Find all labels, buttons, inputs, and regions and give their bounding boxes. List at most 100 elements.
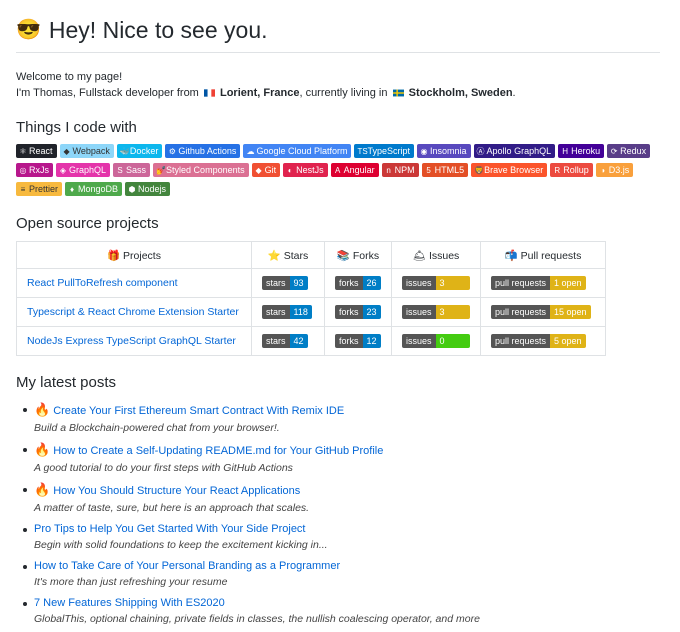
post-description: A good tutorial to do your first steps w…	[34, 462, 293, 474]
stars-badge-value: 118	[289, 305, 312, 319]
projects-table: 🎁 Projects ⭐ Stars 📚 Forks 🛎 Issues 📬 Pu…	[16, 241, 606, 356]
title-divider	[16, 52, 660, 53]
fire-icon: 🔥	[34, 442, 51, 457]
col-forks: 📚 Forks	[324, 241, 392, 269]
stars-badge-label: stars	[262, 305, 290, 319]
forks-badge-value: 23	[362, 305, 381, 319]
html5-icon: 5	[426, 166, 431, 175]
post-description: Build a Blockchain-powered chat from you…	[34, 422, 280, 434]
project-name-cell: NodeJs Express TypeScript GraphQL Starte…	[16, 326, 252, 356]
prs-badge-value: 1 open	[550, 276, 586, 290]
gift-icon: 🎁	[107, 249, 121, 262]
project-name-cell: Typescript & React Chrome Extension Star…	[16, 297, 252, 327]
col-stars-label: Stars	[283, 249, 309, 262]
post-link[interactable]: How to Take Care of Your Personal Brandi…	[34, 560, 340, 572]
issues-badge[interactable]: issues0 open	[402, 334, 470, 348]
forks-badge[interactable]: forks 26	[335, 276, 381, 290]
prs-badge[interactable]: pull requests 15 open	[491, 305, 591, 319]
prs-cell: pull requests 1 open	[480, 268, 606, 298]
insomnia-icon: ◉	[420, 147, 428, 156]
react-icon: ⚛	[19, 147, 27, 156]
project-link[interactable]: React PullToRefresh component	[27, 277, 178, 289]
badge-label: Google Cloud Platform	[256, 146, 348, 156]
post-link[interactable]: How to Create a Self-Updating README.md …	[53, 445, 383, 457]
posts-heading: My latest posts	[16, 374, 117, 391]
badge-redux: ⟳ Redux	[607, 144, 651, 158]
forks-badge[interactable]: forks 23	[335, 305, 381, 319]
stars-badge-value: 42	[289, 334, 308, 348]
bell-icon: 🛎	[412, 249, 427, 262]
post-item: How to Take Care of Your Personal Brandi…	[23, 558, 660, 591]
stars-badge-label: stars	[262, 334, 290, 348]
prs-badge[interactable]: pull requests 5 open	[491, 334, 586, 348]
posts-list: 🔥 Create Your First Ethereum Smart Contra…	[16, 401, 660, 628]
code-heading: Things I code with	[16, 119, 137, 136]
graphql-icon: ◈	[59, 166, 67, 175]
projects-heading: Open source projects	[16, 215, 159, 232]
badge-brave-browser: 🦁Brave Browser	[471, 163, 548, 177]
badge-label: Nodejs	[138, 184, 167, 194]
post-link[interactable]: Create Your First Ethereum Smart Contrac…	[53, 405, 344, 417]
france-flag-icon	[203, 89, 215, 97]
project-row: React PullToRefresh component stars 93 fork…	[16, 268, 606, 298]
nodejs-icon: ⬢	[128, 185, 136, 194]
badge-github-actions: ⚙ Github Actions	[165, 144, 241, 158]
stars-badge[interactable]: stars 42	[262, 334, 308, 348]
forks-badge-label: forks	[335, 334, 363, 348]
issues-badge[interactable]: issues3 open	[402, 276, 470, 290]
stars-badge-label: stars	[262, 276, 290, 290]
badge-html5: 5 HTML5	[421, 163, 469, 177]
fire-icon: 🔥	[34, 482, 51, 497]
badge-label: D3.js	[608, 165, 630, 175]
project-link[interactable]: Typescript & React Chrome Extension Star…	[27, 306, 239, 318]
badge-label: NPM	[394, 165, 415, 175]
intro-bio-end: .	[512, 87, 516, 99]
project-row: NodeJs Express TypeScript GraphQL Starte…	[16, 326, 606, 356]
readme: 😎 Hey! Nice to see you. Welcome to my pa…	[16, 0, 660, 632]
post-link[interactable]: 7 New Features Shipping With ES2020	[34, 597, 225, 609]
post-description: Begin with solid foundations to keep the…	[34, 539, 328, 551]
prs-badge-label: pull requests	[491, 276, 551, 290]
prs-badge-value: 15 open	[550, 305, 591, 319]
brave-browser-icon: 🦁	[474, 166, 485, 175]
intro-bio: I'm Thomas, Fullstack developer from Lor…	[16, 85, 660, 101]
issues-badge[interactable]: issues3 open	[402, 305, 470, 319]
badge-label: Styled Components	[166, 165, 245, 175]
angular-icon: A	[334, 166, 341, 175]
badge-label: TypeScript	[367, 146, 411, 156]
stars-badge[interactable]: stars 93	[262, 276, 308, 290]
badge-sass: S Sass	[113, 163, 151, 177]
intro: Welcome to my page! I'm Thomas, Fullstac…	[16, 69, 660, 101]
fire-icon: 🔥	[34, 402, 51, 417]
webpack-icon: ◆	[63, 147, 70, 156]
badge-webpack: ◆ Webpack	[59, 144, 114, 158]
badge-prettier: ≡ Prettier	[16, 182, 63, 196]
stars-badge[interactable]: stars 118	[262, 305, 312, 319]
prs-badge[interactable]: pull requests 1 open	[491, 276, 586, 290]
badge-label: Github Actions	[178, 146, 237, 156]
github-actions-icon: ⚙	[168, 147, 176, 156]
project-link[interactable]: NodeJs Express TypeScript GraphQL Starte…	[27, 335, 236, 347]
rollup-icon: R	[554, 166, 561, 175]
issues-cell: issues0 open	[391, 326, 481, 356]
badge-typescript: TSTypeScript	[354, 144, 415, 158]
badge-label: Docker	[129, 146, 159, 156]
project-row: Typescript & React Chrome Extension Star…	[16, 297, 606, 327]
issues-cell: issues3 open	[391, 297, 481, 327]
badge-label: React	[29, 146, 53, 156]
badge-label: GraphQL	[69, 165, 107, 175]
col-projects-label: Projects	[123, 249, 161, 262]
badge-heroku: H Heroku	[558, 144, 605, 158]
post-link[interactable]: How You Should Structure Your React Appl…	[53, 485, 300, 497]
col-projects: 🎁 Projects	[16, 241, 252, 269]
badge-label: Sass	[126, 165, 147, 175]
badge-label: Webpack	[72, 146, 110, 156]
page-title: 😎 Hey! Nice to see you.	[16, 14, 660, 46]
badge-npm: n NPM	[381, 163, 419, 177]
sunglasses-emoji-icon: 😎	[16, 19, 41, 41]
post-link[interactable]: Pro Tips to Help You Get Started With Yo…	[34, 523, 306, 535]
badge-git: ◆ Git	[251, 163, 281, 177]
badge-label: NestJs	[296, 165, 324, 175]
prs-cell: pull requests 15 open	[480, 297, 606, 327]
forks-badge[interactable]: forks 12	[335, 334, 381, 348]
